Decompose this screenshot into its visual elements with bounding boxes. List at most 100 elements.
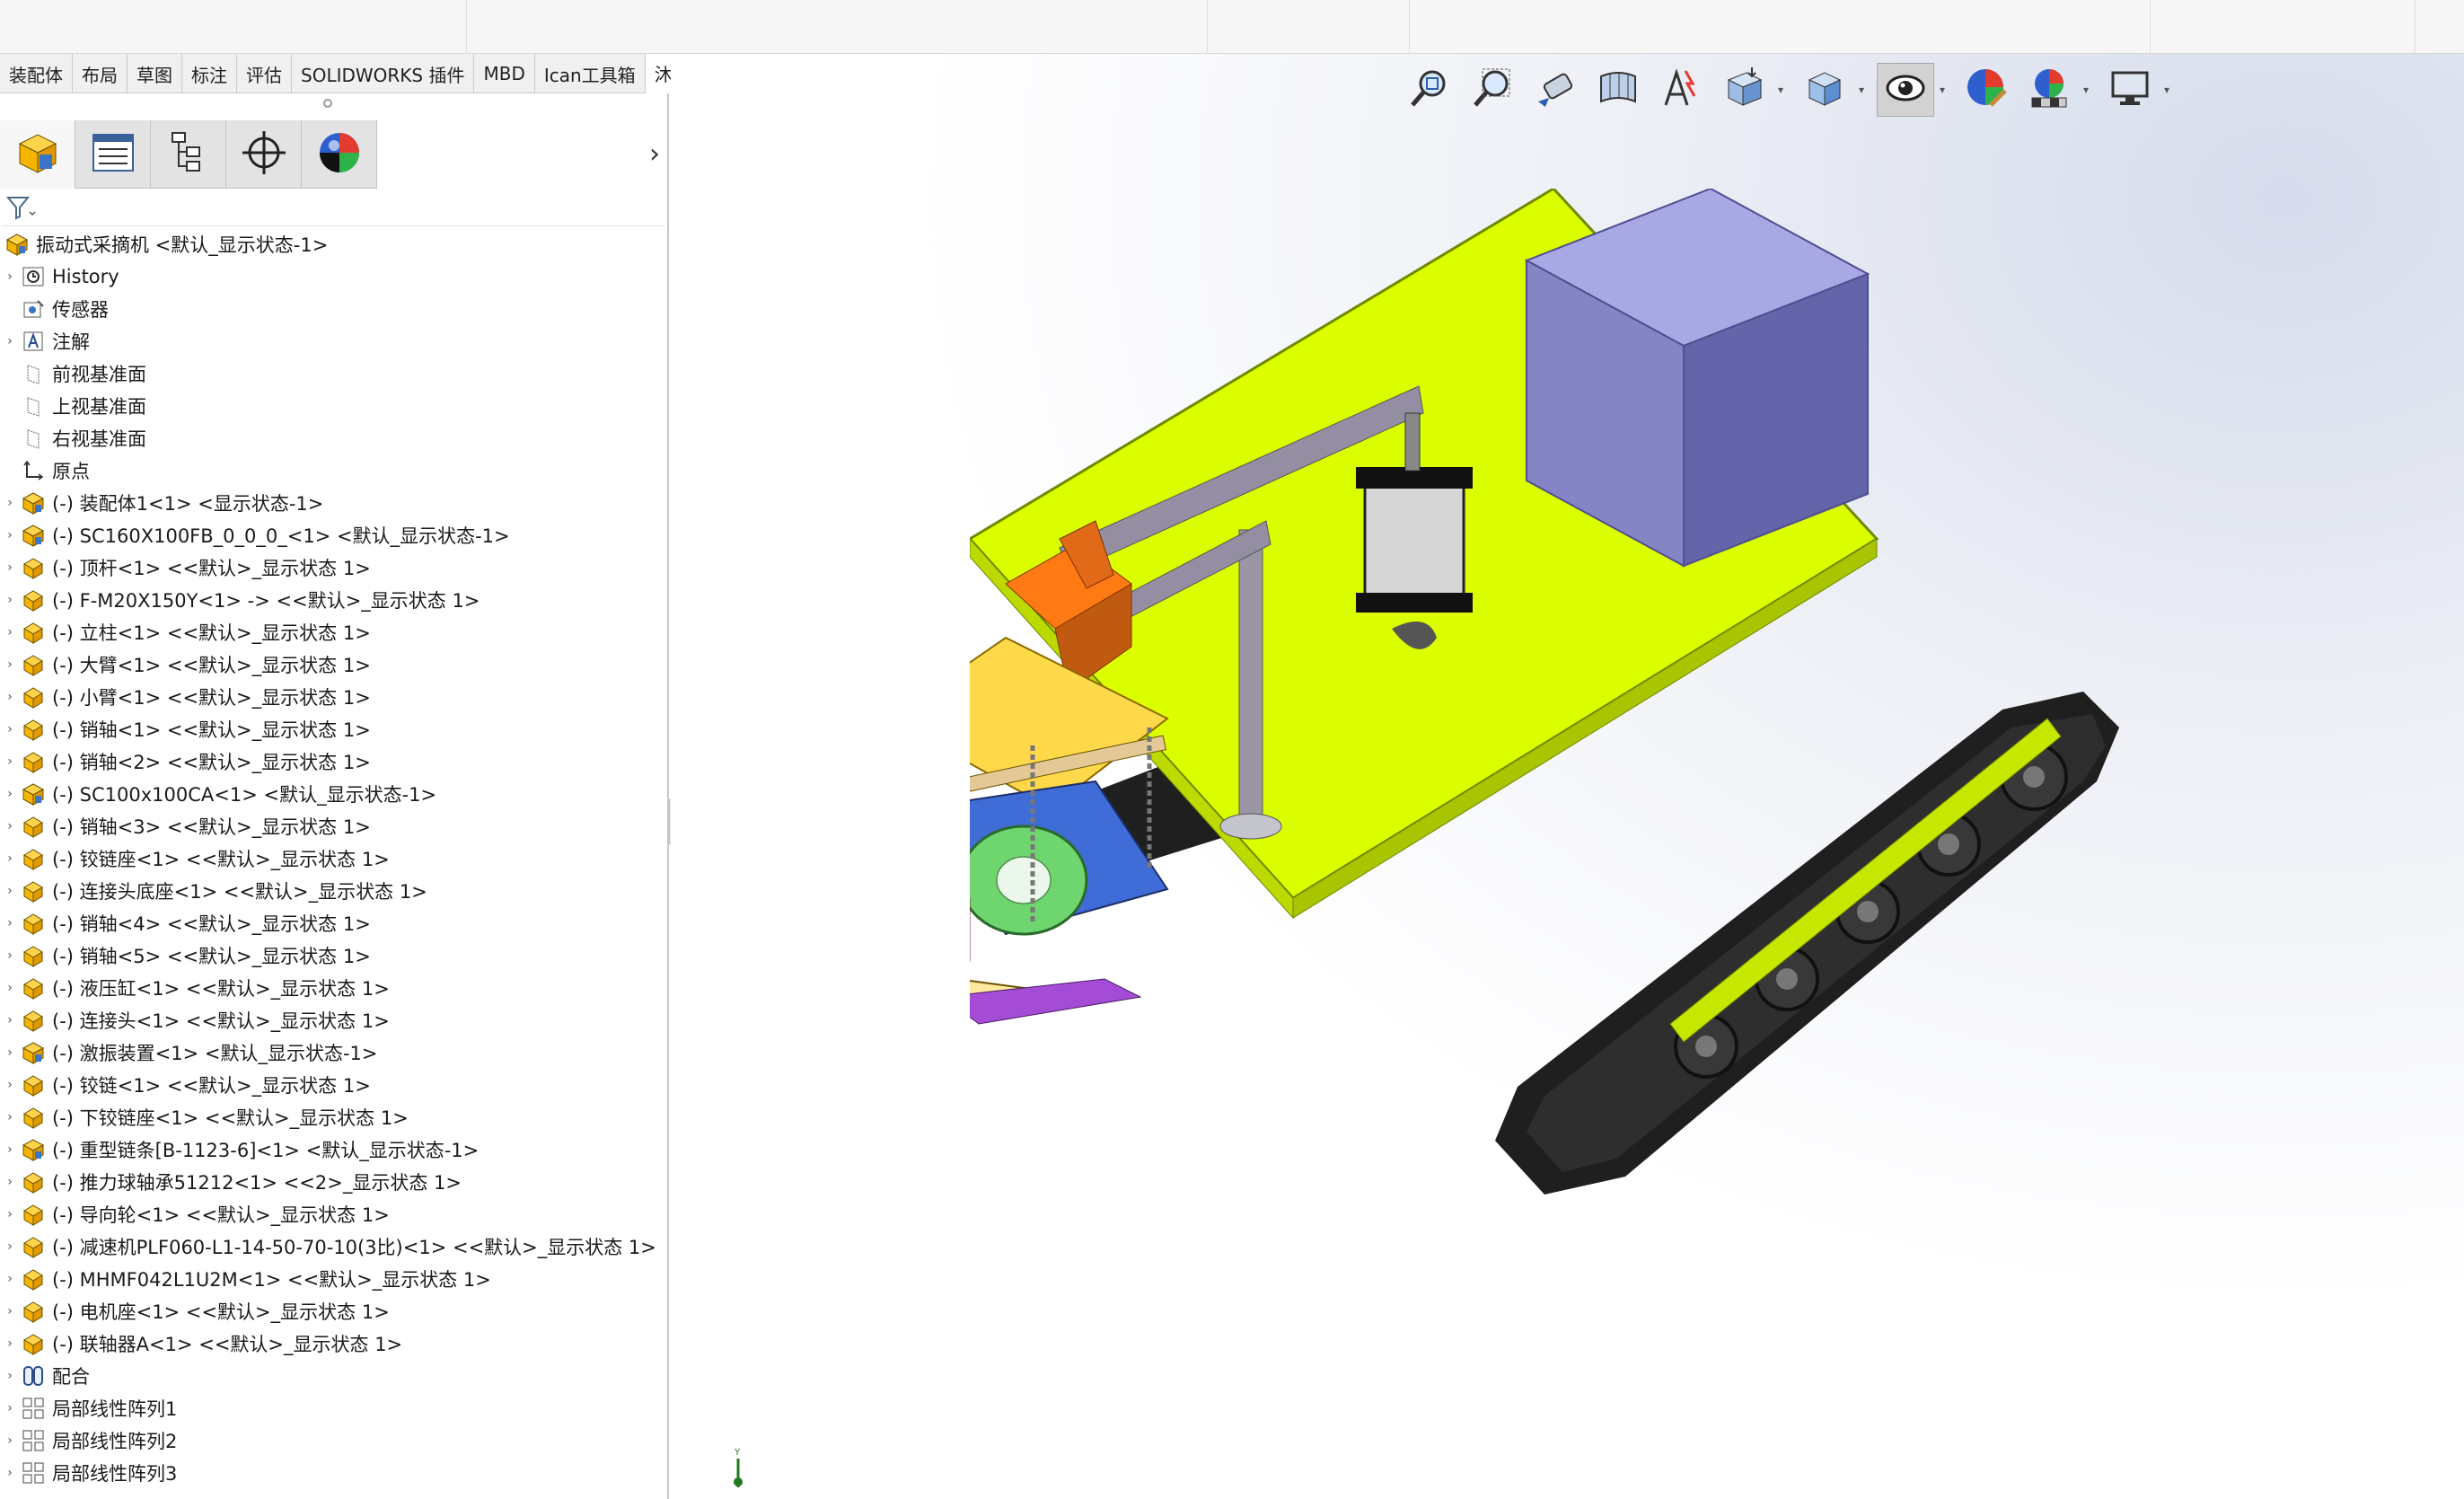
tree-item[interactable]: 上视基准面 xyxy=(0,390,669,422)
tree-item[interactable]: › (-) 顶杆<1> <<默认>_显示状态 1> xyxy=(0,551,669,584)
tree-item[interactable]: › (-) 铰链座<1> <<默认>_显示状态 1> xyxy=(0,842,669,875)
tree-item[interactable]: › (-) MHMF042L1U2M<1> <<默认>_显示状态 1> xyxy=(0,1263,669,1295)
panel-grip-icon[interactable] xyxy=(323,99,332,108)
chevron-right-icon[interactable]: › xyxy=(0,1207,20,1221)
zoom-to-fit-button[interactable] xyxy=(1401,63,1458,117)
apply-scene-button[interactable] xyxy=(2020,63,2078,117)
chevron-right-icon[interactable]: › xyxy=(0,1304,20,1318)
tree-item[interactable]: › (-) 连接头底座<1> <<默认>_显示状态 1> xyxy=(0,875,669,907)
dropdown-arrow-icon[interactable]: ▾ xyxy=(1940,84,1952,96)
hide-show-items-button[interactable] xyxy=(1877,63,1934,117)
chevron-right-icon[interactable]: › xyxy=(0,1433,20,1448)
section-view-button[interactable] xyxy=(1589,63,1647,117)
edit-appearance-button[interactable] xyxy=(1958,63,2015,117)
command-group[interactable] xyxy=(0,0,467,54)
chevron-right-icon[interactable]: › xyxy=(0,1110,20,1124)
tree-item[interactable]: › (-) 销轴<1> <<默认>_显示状态 1> xyxy=(0,713,669,745)
tree-item[interactable]: › (-) 电机座<1> <<默认>_显示状态 1> xyxy=(0,1295,669,1327)
tree-item[interactable]: › (-) 销轴<4> <<默认>_显示状态 1> xyxy=(0,907,669,939)
tree-item[interactable]: › 局部线性阵列2 xyxy=(0,1424,669,1457)
tree-item[interactable]: › 局部线性阵列3 xyxy=(0,1457,669,1489)
chevron-right-icon[interactable]: › xyxy=(0,948,20,963)
tree-item[interactable]: › (-) F-M20X150Y<1> -> <<默认>_显示状态 1> xyxy=(0,584,669,616)
chevron-right-icon[interactable]: › xyxy=(649,138,660,170)
tree-item[interactable]: › (-) 导向轮<1> <<默认>_显示状态 1> xyxy=(0,1198,669,1230)
command-group[interactable] xyxy=(2151,0,2416,54)
tab-4[interactable]: 评估 xyxy=(237,54,292,93)
manager-tab-dimxpert-manager[interactable] xyxy=(226,120,302,189)
chevron-right-icon[interactable]: › xyxy=(0,1336,20,1351)
tree-item[interactable]: › (-) 销轴<5> <<默认>_显示状态 1> xyxy=(0,939,669,972)
chevron-right-icon[interactable]: › xyxy=(0,754,20,769)
tree-item[interactable]: › (-) 减速机PLF060-L1-14-50-70-10(3比)<1> <<默… xyxy=(0,1230,669,1263)
chevron-right-icon[interactable]: › xyxy=(0,1272,20,1286)
chevron-right-icon[interactable]: › xyxy=(0,1401,20,1415)
tree-item[interactable]: › History xyxy=(0,260,669,293)
command-group[interactable] xyxy=(1410,0,2151,54)
feature-filter[interactable] xyxy=(2,189,664,226)
chevron-right-icon[interactable]: › xyxy=(0,657,20,672)
chevron-right-icon[interactable]: › xyxy=(0,269,20,284)
chevron-right-icon[interactable]: › xyxy=(0,625,20,639)
tree-item[interactable]: › (-) 立柱<1> <<默认>_显示状态 1> xyxy=(0,616,669,648)
chevron-right-icon[interactable]: › xyxy=(0,1175,20,1189)
chevron-right-icon[interactable]: › xyxy=(0,528,20,542)
filter-icon[interactable] xyxy=(5,194,36,221)
manager-tab-property-manager[interactable] xyxy=(75,120,151,189)
chevron-right-icon[interactable]: › xyxy=(0,1466,20,1480)
tree-root-item[interactable]: 振动式采摘机 <默认_显示状态-1> xyxy=(0,228,669,260)
tree-item[interactable]: › (-) 重型链条[B-1123-6]<1> <默认_显示状态-1> xyxy=(0,1133,669,1166)
chevron-right-icon[interactable]: › xyxy=(0,1239,20,1254)
tree-item[interactable]: 右视基准面 xyxy=(0,422,669,454)
command-group[interactable] xyxy=(467,0,1208,54)
display-style-button[interactable] xyxy=(1796,63,1853,117)
manager-tab-display-manager[interactable] xyxy=(302,120,377,189)
dropdown-arrow-icon[interactable]: ▾ xyxy=(1778,84,1791,96)
tree-item[interactable]: › (-) 液压缸<1> <<默认>_显示状态 1> xyxy=(0,972,669,1004)
chevron-right-icon[interactable]: › xyxy=(0,787,20,801)
tree-item[interactable]: › (-) 连接头<1> <<默认>_显示状态 1> xyxy=(0,1004,669,1036)
view-orientation-button[interactable] xyxy=(1715,63,1773,117)
chevron-right-icon[interactable]: › xyxy=(0,1045,20,1060)
chevron-right-icon[interactable]: › xyxy=(0,722,20,736)
tree-item[interactable]: › 局部线性阵列1 xyxy=(0,1392,669,1424)
tree-item[interactable]: 前视基准面 xyxy=(0,357,669,390)
tree-item[interactable]: › (-) 联轴器A<1> <<默认>_显示状态 1> xyxy=(0,1327,669,1360)
tree-item[interactable]: › 配合 xyxy=(0,1360,669,1392)
tree-item[interactable]: › (-) SC160X100FB_0_0_0_<1> <默认_显示状态-1> xyxy=(0,519,669,551)
tree-item[interactable]: › (-) 大臂<1> <<默认>_显示状态 1> xyxy=(0,648,669,681)
chevron-right-icon[interactable]: › xyxy=(0,1369,20,1383)
tab-0[interactable]: 装配体 xyxy=(0,54,73,93)
manager-tab-feature-manager[interactable] xyxy=(0,120,75,189)
chevron-right-icon[interactable]: › xyxy=(0,334,20,348)
dropdown-arrow-icon[interactable]: ▾ xyxy=(2164,84,2177,96)
dynamic-annotation-button[interactable] xyxy=(1652,63,1710,117)
chevron-right-icon[interactable]: › xyxy=(0,819,20,833)
tab-5[interactable]: SOLIDWORKS 插件 xyxy=(292,54,475,93)
manager-tab-configuration-manager[interactable] xyxy=(151,120,226,189)
command-group[interactable] xyxy=(1208,0,1410,54)
zoom-to-area-button[interactable] xyxy=(1464,63,1521,117)
tree-item[interactable]: 传感器 xyxy=(0,293,669,325)
previous-view-button[interactable] xyxy=(1527,63,1584,117)
chevron-right-icon[interactable]: › xyxy=(0,1013,20,1027)
tree-item[interactable]: › (-) 推力球轴承51212<1> <<2>_显示状态 1> xyxy=(0,1166,669,1198)
chevron-right-icon[interactable]: › xyxy=(0,1078,20,1092)
chevron-right-icon[interactable]: › xyxy=(0,560,20,575)
dropdown-arrow-icon[interactable]: ▾ xyxy=(2083,84,2096,96)
tree-item[interactable]: › (-) 下铰链座<1> <<默认>_显示状态 1> xyxy=(0,1101,669,1133)
tab-1[interactable]: 布局 xyxy=(73,54,128,93)
model-view[interactable] xyxy=(970,189,2227,1248)
chevron-right-icon[interactable]: › xyxy=(0,851,20,866)
tree-item[interactable]: › (-) 销轴<2> <<默认>_显示状态 1> xyxy=(0,745,669,778)
tree-item[interactable]: › (-) 装配体1<1> <显示状态-1> xyxy=(0,487,669,519)
tree-item[interactable]: › (-) 激振装置<1> <默认_显示状态-1> xyxy=(0,1036,669,1069)
chevron-right-icon[interactable]: › xyxy=(0,593,20,607)
tree-item[interactable]: › (-) 铰链<1> <<默认>_显示状态 1> xyxy=(0,1069,669,1101)
tab-2[interactable]: 草图 xyxy=(128,54,182,93)
chevron-right-icon[interactable]: › xyxy=(0,884,20,898)
tree-item[interactable]: › (-) 小臂<1> <<默认>_显示状态 1> xyxy=(0,681,669,713)
chevron-right-icon[interactable]: › xyxy=(0,1142,20,1157)
chevron-right-icon[interactable]: › xyxy=(0,496,20,510)
chevron-right-icon[interactable]: › xyxy=(0,690,20,704)
